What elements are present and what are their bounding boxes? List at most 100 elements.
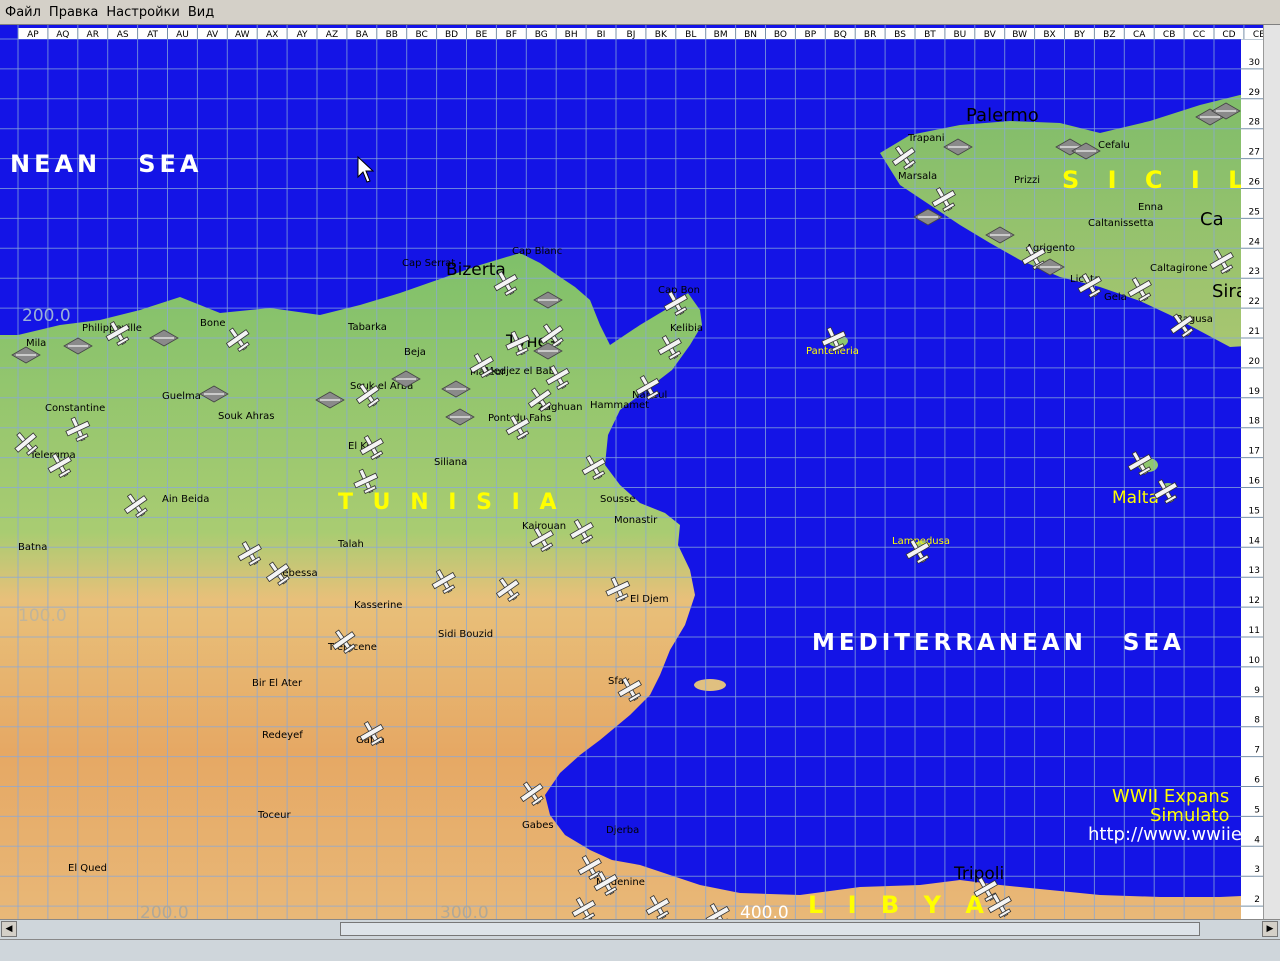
column-label: BW: [1012, 30, 1027, 39]
region-label-sea: NEAN SEA: [10, 150, 202, 178]
menu-edit[interactable]: Правка: [44, 5, 101, 20]
column-label: AQ: [56, 30, 69, 39]
minor-city-label: Constantine: [45, 403, 105, 414]
minor-city-label: Medjez el Bab: [485, 366, 555, 377]
column-label: BB: [386, 30, 398, 39]
row-label: 9: [1254, 686, 1260, 696]
column-label: CC: [1193, 30, 1206, 39]
row-label: 21: [1249, 327, 1260, 337]
minor-city-label: Talah: [337, 539, 364, 550]
minor-city-label: Guelma: [162, 391, 201, 402]
column-label: CE: [1253, 30, 1263, 39]
minor-city-label: Cefalu: [1098, 140, 1130, 151]
minor-city-label: Enna: [1138, 202, 1163, 213]
row-label: 29: [1249, 88, 1261, 98]
minor-city-label: El Qued: [68, 863, 107, 874]
column-label: BS: [894, 30, 906, 39]
column-label: AP: [27, 30, 39, 39]
row-label: 24: [1249, 237, 1261, 247]
coord-mark: 100.0: [18, 606, 67, 626]
watermark-line-2: Simulato: [1150, 805, 1229, 826]
row-label: 27: [1249, 148, 1260, 158]
column-label: BY: [1074, 30, 1086, 39]
vertical-scrollbar[interactable]: [1263, 25, 1280, 919]
coord-mark: 200.0: [22, 306, 71, 326]
scroll-right-icon[interactable]: ▶: [1262, 921, 1278, 937]
minor-city-label: Gela: [1104, 292, 1127, 303]
region-label-mediterranean: MEDITERRANEAN SEA: [812, 630, 1185, 656]
column-label: AW: [235, 30, 250, 39]
menu-settings[interactable]: Настройки: [101, 5, 182, 20]
row-label: 23: [1249, 267, 1260, 277]
row-ruler: 3029282726252423222120191817161514131211…: [1241, 39, 1263, 919]
minor-city-label: Hammamet: [590, 400, 649, 411]
column-label: AV: [206, 30, 219, 39]
column-label: BD: [445, 30, 458, 39]
menu-view[interactable]: Вид: [183, 5, 217, 20]
minor-city-label: Pantelleria: [806, 346, 859, 357]
minor-city-label: Caltagirone: [1150, 263, 1208, 274]
watermark-line-1: WWII Expans: [1112, 786, 1229, 807]
minor-city-label: Cap Serrat: [402, 258, 455, 269]
column-label: BQ: [834, 30, 847, 39]
column-label: BO: [774, 30, 787, 39]
row-label: 14: [1249, 536, 1261, 546]
column-label: BA: [356, 30, 369, 39]
minor-city-label: Marsala: [898, 171, 937, 182]
minor-city-label: Bir El Ater: [252, 678, 303, 689]
row-label: 19: [1249, 387, 1261, 397]
minor-city-label: Gabes: [522, 820, 554, 831]
minor-city-label: Trapani: [907, 133, 944, 144]
column-label: BZ: [1103, 30, 1115, 39]
map-canvas[interactable]: 200.0 100.0 200.0 300.0 400.0 NEAN SEA T…: [0, 25, 1263, 919]
row-label: 22: [1249, 297, 1260, 307]
column-label: BM: [714, 30, 728, 39]
horizontal-scroll-thumb[interactable]: [340, 922, 1200, 936]
column-label: CA: [1133, 30, 1146, 39]
column-label: BP: [805, 30, 817, 39]
minor-city-label: Kairouan: [522, 521, 566, 532]
row-label: 8: [1254, 716, 1260, 726]
column-label: CB: [1163, 30, 1175, 39]
minor-city-label: Prizzi: [1014, 175, 1040, 186]
horizontal-scrollbar[interactable]: ◀ ▶: [0, 919, 1280, 939]
column-label: BL: [685, 30, 696, 39]
row-label: 10: [1249, 656, 1261, 666]
column-label: BC: [415, 30, 427, 39]
minor-city-label: Sidi Bouzid: [438, 629, 493, 640]
menu-bar: Файл Правка Настройки Вид: [0, 0, 1280, 25]
column-label: AT: [147, 30, 158, 39]
minor-city-label: Souk Ahras: [218, 411, 274, 422]
minor-city-label: Tabarka: [347, 322, 387, 333]
coord-mark: 400.0: [740, 903, 789, 919]
row-label: 12: [1249, 596, 1260, 606]
menu-file[interactable]: Файл: [0, 5, 44, 20]
map-viewport[interactable]: 200.0 100.0 200.0 300.0 400.0 NEAN SEA T…: [0, 25, 1280, 919]
region-label-sicily: S I C I L Y: [1062, 166, 1263, 194]
row-label: 3: [1254, 865, 1260, 875]
column-label: BE: [476, 30, 488, 39]
minor-city-label: Siliana: [434, 457, 467, 468]
status-bar: [0, 939, 1280, 961]
minor-city-label: Cap Bon: [658, 285, 700, 296]
region-label-libya: L I B Y A: [808, 891, 992, 919]
minor-city-label: Cap Blanc: [512, 246, 562, 257]
row-label: 4: [1254, 835, 1260, 845]
minor-city-label: Sousse: [600, 494, 635, 505]
column-label: BH: [565, 30, 578, 39]
minor-city-label: Beja: [404, 347, 426, 358]
column-label: AS: [117, 30, 129, 39]
row-label: 5: [1254, 805, 1260, 815]
city-malta: Malta: [1112, 488, 1159, 508]
column-label: BU: [953, 30, 966, 39]
column-label: AZ: [326, 30, 338, 39]
column-label: AY: [297, 30, 308, 39]
row-label: 7: [1254, 746, 1260, 756]
row-label: 28: [1249, 118, 1261, 128]
minor-city-label: Bone: [200, 318, 225, 329]
scroll-left-icon[interactable]: ◀: [1, 921, 17, 937]
column-label: AX: [266, 30, 278, 39]
column-label: BN: [744, 30, 757, 39]
island-kerkennah: [694, 679, 726, 691]
column-ruler: APAQARASATAUAVAWAXAYAZBABBBCBDBEBFBGBHBI…: [18, 28, 1263, 39]
